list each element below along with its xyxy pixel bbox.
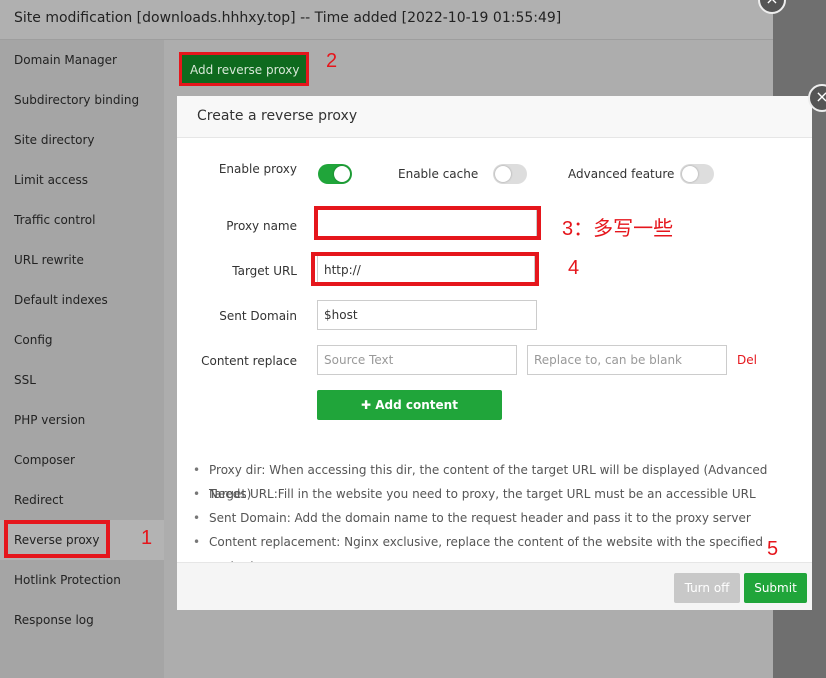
sidebar-item-subdirectory-binding[interactable]: Subdirectory binding [0,80,164,120]
sidebar-item-hotlink-protection[interactable]: Hotlink Protection [0,560,164,600]
sidebar-item-composer[interactable]: Composer [0,440,164,480]
tip-item: Proxy dir: When accessing this dir, the … [193,458,803,501]
target-url-label: Target URL [232,264,297,278]
enable-proxy-label: Enable proxy [218,162,297,176]
sidebar-item-limit-access[interactable]: Limit access [0,160,164,200]
annotation-1: 1 [141,527,153,549]
sidebar-item-response-log[interactable]: Response log [0,600,164,640]
sidebar-item-redirect[interactable]: Redirect [0,480,164,520]
create-reverse-proxy-dialog: Create a reverse proxy Enable proxy Enab… [177,96,812,610]
sidebar-item-url-rewrite[interactable]: URL rewrite [0,240,164,280]
tip-item: Target URL:Fill in the website you need … [193,482,803,506]
source-text-input[interactable] [317,345,517,375]
tip-item: Sent Domain: Add the domain name to the … [193,506,803,530]
sidebar-item-config[interactable]: Config [0,320,164,360]
sidebar-item-ssl[interactable]: SSL [0,360,164,400]
annotation-box-target-url [311,252,539,286]
window-title: Site modification [downloads.hhhxy.top] … [0,0,773,40]
submit-button[interactable]: Submit [744,573,807,603]
annotation-4: 4 [568,257,580,279]
sidebar-item-php-version[interactable]: PHP version [0,400,164,440]
annotation-2: 2 [326,50,338,72]
add-reverse-proxy-button[interactable]: Add reverse proxy [179,52,309,86]
sidebar-item-domain-manager[interactable]: Domain Manager [0,40,164,80]
replace-to-input[interactable] [527,345,727,375]
content-replace-label: Content replace [201,354,297,368]
advanced-feature-label: Advanced feature [568,167,675,181]
delete-replacement-link[interactable]: Del [737,353,757,367]
plus-icon: ✚ [361,398,376,412]
annotation-box-proxy-name [314,206,541,240]
sidebar-item-traffic-control[interactable]: Traffic control [0,200,164,240]
sidebar-item-default-indexes[interactable]: Default indexes [0,280,164,320]
enable-cache-label: Enable cache [398,167,479,181]
proxy-name-label: Proxy name [226,219,297,233]
dialog-title: Create a reverse proxy [177,96,812,138]
annotation-5: 5 [767,538,779,560]
enable-cache-toggle[interactable] [493,164,527,184]
add-content-replacement-label: Add content replacement [366,398,458,442]
annotation-3: 3：多写一些 [562,218,674,240]
enable-proxy-toggle[interactable] [318,164,352,184]
add-content-replacement-button[interactable]: ✚ Add content replacement [317,390,502,442]
tip-item: Content replacement: Nginx exclusive, re… [193,530,803,573]
turn-off-button[interactable]: Turn off [674,573,740,603]
help-tips: Proxy dir: When accessing this dir, the … [193,458,803,573]
annotation-box-reverse-proxy [4,520,110,558]
sidebar-item-site-directory[interactable]: Site directory [0,120,164,160]
sent-domain-label: Sent Domain [219,309,297,323]
advanced-feature-toggle[interactable] [680,164,714,184]
dialog-footer: Turn off Submit [177,562,812,610]
sidebar: Domain Manager Subdirectory binding Site… [0,40,164,678]
sent-domain-input[interactable] [317,300,537,330]
